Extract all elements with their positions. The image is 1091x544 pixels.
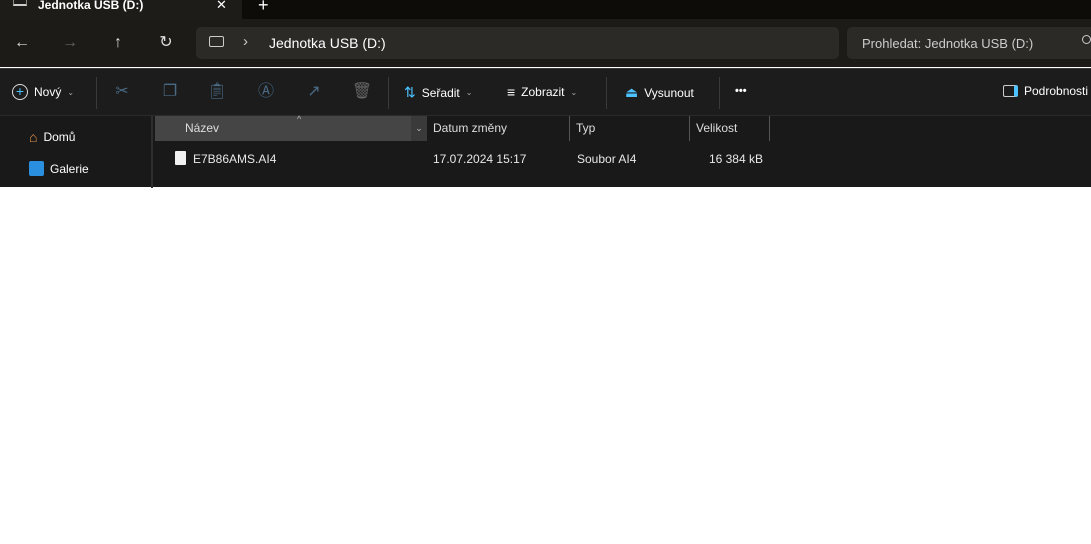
up-button[interactable]: ↑: [106, 31, 130, 55]
navigation-bar: ← → ↑ ↻ › Jednotka USB (D:) Prohledat: J…: [0, 19, 1091, 67]
tab-title: Jednotka USB (D:): [38, 0, 144, 12]
sidebar-item-label: Galerie: [50, 161, 89, 176]
delete-icon[interactable]: 🗑︎: [350, 80, 374, 104]
address-bar[interactable]: › Jednotka USB (D:): [196, 27, 839, 59]
sort-icon: ⇅: [404, 84, 416, 100]
close-tab-button[interactable]: ✕: [216, 0, 227, 13]
file-type: Soubor AI4: [577, 152, 637, 166]
share-icon[interactable]: ↗: [302, 80, 326, 104]
content-area: ⌂ Domů Galerie Název ^ ⌄ Datum změny Typ…: [0, 114, 1091, 188]
search-placeholder: Prohledat: Jednotka USB (D:): [862, 36, 1034, 51]
command-bar: + Nový ⌄ ✂ ❐ 📋︎ Ⓐ ↗ 🗑︎ ⇅ Seřadit ⌄ ≡ Zobra…: [0, 68, 1091, 115]
sidebar-item-label: Domů: [43, 130, 76, 144]
eject-label: Vysunout: [644, 85, 694, 100]
sort-ascending-icon: ^: [297, 114, 302, 124]
new-tab-button[interactable]: +: [258, 0, 269, 16]
tab-bar: Jednotka USB (D:) ✕ +: [0, 0, 1091, 19]
forward-button[interactable]: →: [58, 31, 82, 55]
back-button[interactable]: ←: [10, 31, 34, 55]
more-options-button[interactable]: •••: [735, 85, 747, 97]
sort-button[interactable]: ⇅ Seřadit ⌄: [404, 84, 472, 101]
eject-button[interactable]: ⏏︎ Vysunout: [625, 84, 694, 101]
drive-icon: [13, 0, 27, 6]
chevron-down-icon: ⌄: [67, 87, 75, 97]
new-label: Nový: [34, 85, 62, 99]
column-dropdown-icon[interactable]: ⌄: [411, 116, 427, 141]
gallery-icon: [29, 161, 44, 176]
column-label: Název: [185, 121, 220, 135]
file-row[interactable]: E7B86AMS.AI4 17.07.2024 15:17 Soubor AI4…: [155, 141, 1091, 171]
refresh-button[interactable]: ↻: [154, 31, 178, 55]
sidebar-item-gallery[interactable]: Galerie: [29, 161, 89, 176]
view-label: Zobrazit: [521, 85, 565, 99]
search-icon[interactable]: [1082, 35, 1091, 44]
tab-active[interactable]: Jednotka USB (D:) ✕: [0, 0, 242, 19]
rename-icon[interactable]: Ⓐ: [254, 80, 278, 104]
chevron-down-icon: ⌄: [570, 87, 578, 97]
breadcrumb-current[interactable]: Jednotka USB (D:): [269, 35, 386, 51]
details-pane-icon: [1003, 85, 1018, 97]
view-list-icon: ≡: [507, 84, 516, 100]
column-header-size[interactable]: Velikost: [690, 116, 770, 141]
column-header-name[interactable]: Název ^ ⌄: [155, 114, 427, 141]
eject-icon: ⏏︎: [625, 84, 639, 100]
file-modified: 17.07.2024 15:17: [433, 152, 527, 166]
file-name: E7B86AMS.AI4: [193, 152, 277, 166]
file-size: 16 384 kB: [708, 152, 763, 166]
computer-icon: [209, 36, 224, 47]
chevron-down-icon: ⌄: [465, 88, 473, 97]
sidebar: ⌂ Domů Galerie: [0, 116, 153, 188]
details-button[interactable]: Podrobnosti: [1003, 84, 1088, 98]
details-label: Podrobnosti: [1024, 84, 1089, 98]
sort-label: Seřadit: [421, 85, 460, 100]
column-header-type[interactable]: Typ: [570, 116, 690, 141]
file-icon: [175, 151, 186, 165]
sidebar-item-home[interactable]: ⌂ Domů: [29, 129, 75, 145]
view-button[interactable]: ≡ Zobrazit ⌄: [507, 84, 577, 100]
breadcrumb-chevron-icon[interactable]: ›: [243, 33, 248, 50]
plus-circle-icon: +: [12, 84, 28, 100]
home-icon: ⌂: [29, 129, 38, 145]
paste-icon[interactable]: 📋︎: [205, 80, 229, 104]
column-header-modified[interactable]: Datum změny: [427, 116, 570, 141]
column-headers: Název ^ ⌄ Datum změny Typ Velikost: [155, 114, 1091, 141]
search-input[interactable]: Prohledat: Jednotka USB (D:): [847, 27, 1091, 59]
copy-icon[interactable]: ❐: [158, 80, 182, 104]
new-button[interactable]: + Nový ⌄: [12, 84, 74, 100]
cut-icon[interactable]: ✂: [110, 80, 134, 104]
